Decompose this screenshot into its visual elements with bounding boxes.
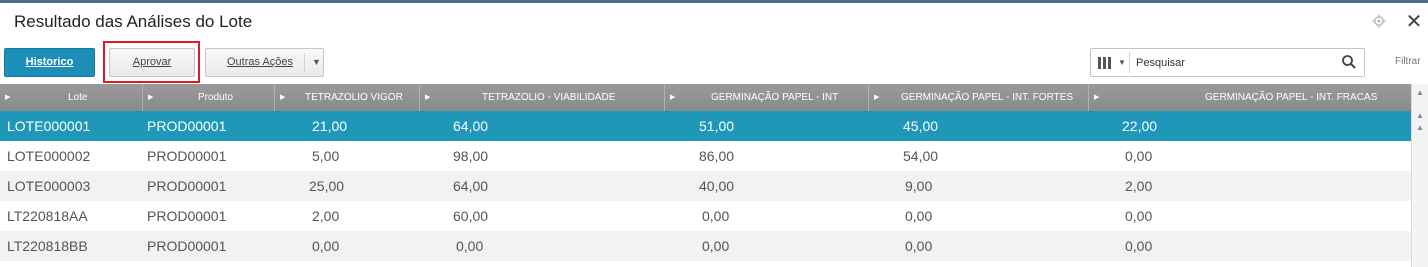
search-input[interactable] <box>1136 53 1326 72</box>
column-header-produto[interactable]: ▶ Produto <box>143 84 275 111</box>
expand-arrow-icon: ▶ <box>148 94 154 101</box>
outras-acoes-button[interactable]: Outras Ações ▼ <box>205 48 324 77</box>
table-row[interactable]: LOTE000001 PROD00001 21,00 64,00 51,00 4… <box>0 111 1411 141</box>
column-header-tetrazolio-viabilidade[interactable]: ▶ TETRAZOLIO - VIABILIDADE <box>420 84 665 111</box>
page-title: Resultado das Análises do Lote <box>14 12 253 31</box>
search-box: ▼ <box>1090 48 1365 77</box>
expand-arrow-icon: ▶ <box>280 94 286 101</box>
column-header-germinacao-int[interactable]: ▶ GERMINAÇÃO PAPEL - INT <box>665 84 869 111</box>
filter-link[interactable]: Filtrar <box>1395 56 1421 67</box>
caret-down-icon[interactable]: ▼ <box>312 49 321 76</box>
columns-icon[interactable] <box>1098 57 1112 69</box>
expand-arrow-icon: ▶ <box>874 94 880 101</box>
table-row[interactable]: LOTE000002 PROD00001 5,00 98,00 86,00 54… <box>0 141 1411 171</box>
column-header-germinacao-int-fortes[interactable]: ▶ GERMINAÇÃO PAPEL - INT. FORTES <box>869 84 1089 111</box>
search-divider <box>1129 52 1130 73</box>
vertical-scrollbar[interactable]: ▲ ▲ ▲ <box>1411 84 1428 267</box>
outras-acoes-label: Outras Ações <box>227 56 294 68</box>
gear-icon[interactable] <box>1372 14 1386 28</box>
results-table: ▶ Lote ▶ Produto ▶ TETRAZOLIO VIGOR ▶ TETRAZ… <box>0 84 1411 267</box>
table-row[interactable]: LT220818AA PROD00001 2,00 60,00 0,00 0,0… <box>0 201 1411 231</box>
column-header-lote[interactable]: ▶ Lote <box>0 84 143 111</box>
table-header: ▶ Lote ▶ Produto ▶ TETRAZOLIO VIGOR ▶ TETRAZ… <box>0 84 1411 111</box>
column-header-tetrazolio-vigor[interactable]: ▶ TETRAZOLIO VIGOR <box>275 84 420 111</box>
aprovar-label: Aprovar <box>132 56 172 68</box>
expand-arrow-icon: ▶ <box>425 94 431 101</box>
column-header-germinacao-int-fracas[interactable]: ▶ GERMINAÇÃO PAPEL - INT. FRACAS <box>1089 84 1411 111</box>
aprovar-button[interactable]: Aprovar <box>109 48 195 77</box>
expand-arrow-icon: ▶ <box>1094 94 1100 101</box>
search-icon[interactable] <box>1341 54 1357 70</box>
close-icon[interactable]: ✕ <box>1405 11 1423 31</box>
caret-down-icon[interactable]: ▼ <box>1118 49 1126 76</box>
expand-arrow-icon: ▶ <box>670 94 676 101</box>
table-row[interactable]: LT220818BB PROD00001 0,00 0,00 0,00 0,00… <box>0 231 1411 261</box>
scroll-up-icon[interactable]: ▲ <box>1415 111 1425 121</box>
historico-button[interactable]: Historico <box>4 48 95 77</box>
button-divider <box>304 53 305 72</box>
scroll-top-icon[interactable]: ▲ <box>1415 88 1425 98</box>
window-top-border <box>0 0 1428 3</box>
scroll-up-icon[interactable]: ▲ <box>1415 123 1425 133</box>
table-row[interactable]: LOTE000003 PROD00001 25,00 64,00 40,00 9… <box>0 171 1411 201</box>
expand-arrow-icon: ▶ <box>5 94 11 101</box>
